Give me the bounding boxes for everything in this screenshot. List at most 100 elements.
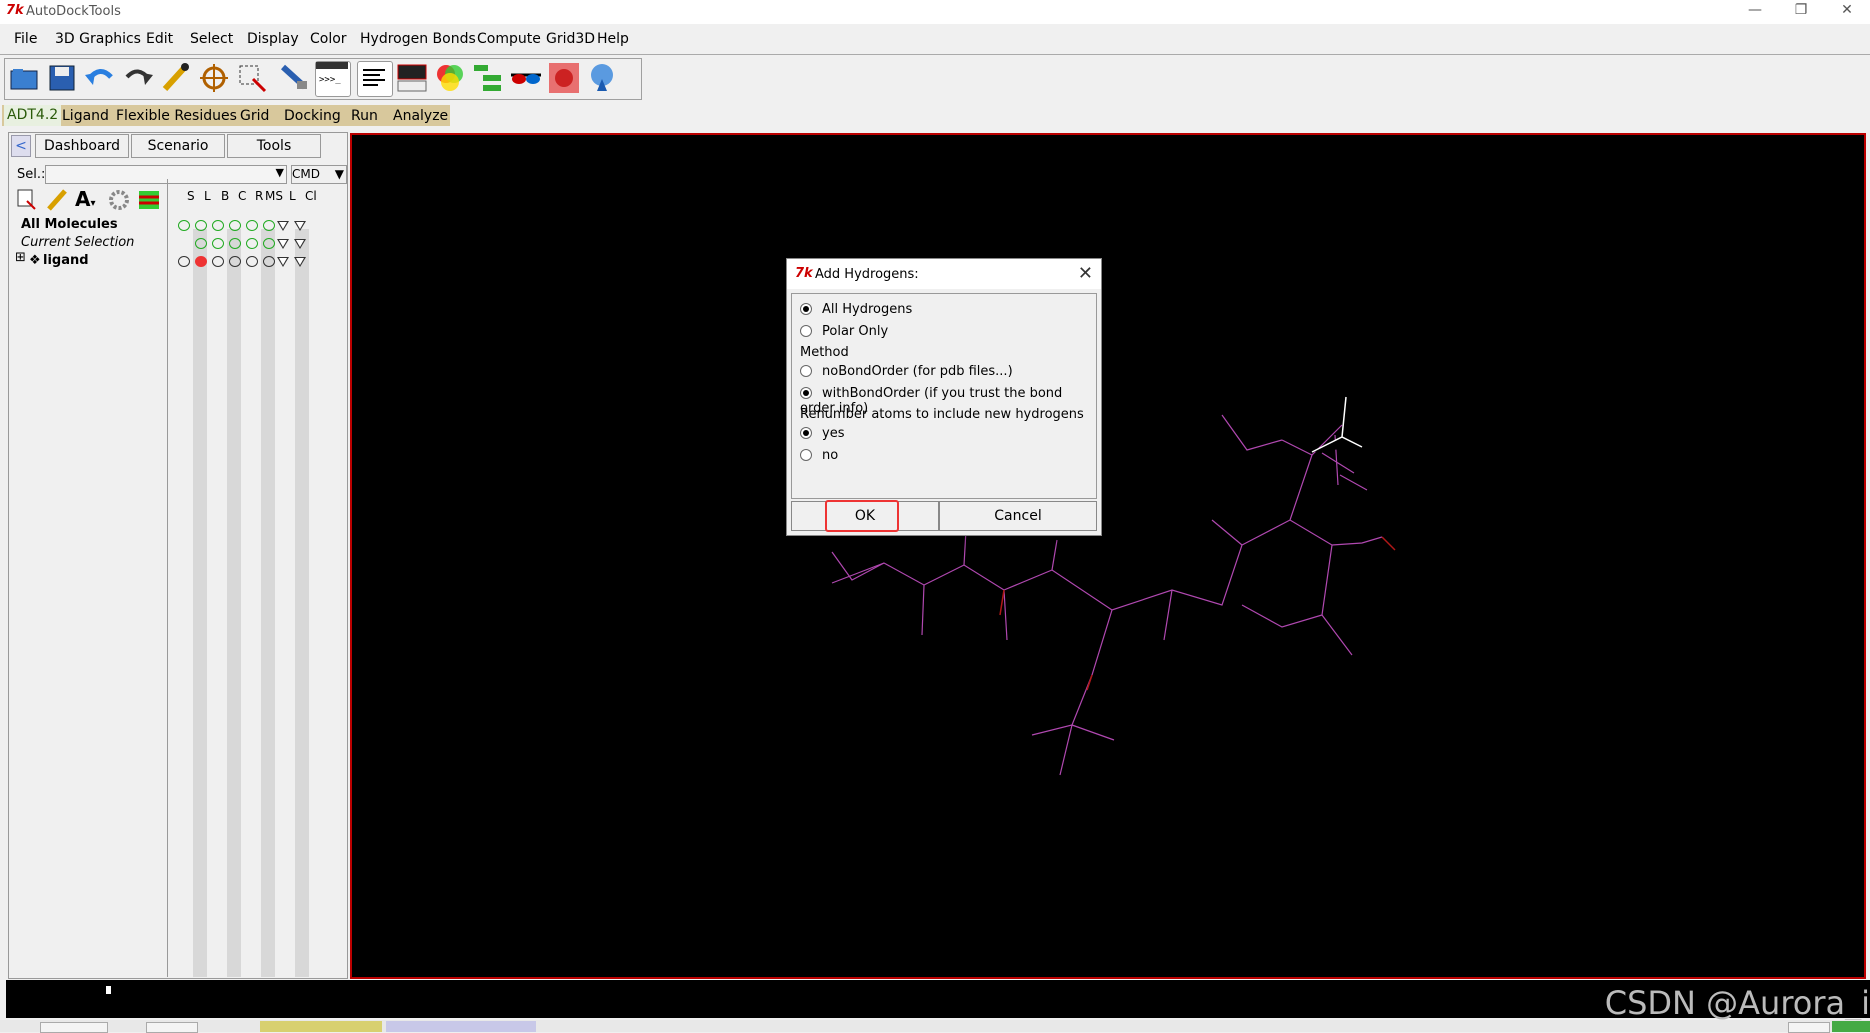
settings-gear-icon[interactable] — [107, 187, 131, 213]
selection-input[interactable]: ▼ — [45, 165, 287, 184]
pointer-hand-icon[interactable] — [277, 61, 311, 95]
label-menu-icon[interactable] — [277, 257, 289, 267]
svg-text:>>>_: >>>_ — [319, 75, 341, 85]
sel-label: Sel.: — [17, 167, 46, 182]
adt-menu-analyze[interactable]: Analyze — [393, 108, 448, 124]
col-header-ms: MS — [265, 189, 283, 203]
main-toolbar: >>>_ — [4, 58, 642, 100]
python-shell-icon[interactable]: >>>_ — [315, 61, 351, 97]
display-panel-icon[interactable] — [395, 61, 429, 95]
menu-grid3d[interactable]: Grid3D — [546, 31, 595, 47]
tk-logo-icon: 7k — [795, 266, 813, 281]
toggle-lines-active[interactable] — [195, 256, 207, 267]
label-menu-icon[interactable] — [277, 221, 289, 231]
menu-3d-graphics[interactable]: 3D Graphics — [55, 31, 141, 47]
adt-menu-grid[interactable]: Grid — [240, 108, 269, 124]
toggle-cpk[interactable] — [229, 220, 241, 231]
clear-selection-icon[interactable] — [15, 187, 39, 213]
toggle-ms[interactable] — [263, 238, 275, 249]
menu-help[interactable]: Help — [597, 31, 629, 47]
minimize-button[interactable]: — — [1732, 0, 1778, 22]
toggle-lines[interactable] — [195, 238, 207, 249]
toggle-cpk[interactable] — [229, 256, 241, 267]
cancel-button[interactable]: Cancel — [939, 501, 1097, 531]
toggle-ribbon[interactable] — [246, 220, 258, 231]
status-field — [1788, 1022, 1830, 1033]
color-menu-icon[interactable] — [294, 239, 306, 249]
menu-edit[interactable]: Edit — [146, 31, 173, 47]
select-region-icon[interactable] — [235, 61, 269, 95]
adt-menu-run[interactable]: Run — [351, 108, 378, 124]
save-icon[interactable] — [45, 61, 79, 95]
pmv-logo-icon[interactable] — [585, 61, 619, 95]
menu-hydrogen-bonds[interactable]: Hydrogen Bonds — [360, 31, 476, 47]
adt-menu-ligand[interactable]: Ligand — [62, 108, 109, 124]
toggle-ribbon[interactable] — [246, 238, 258, 249]
color-palette-icon[interactable] — [433, 61, 467, 95]
toggle-show[interactable] — [178, 256, 190, 267]
label-text-icon[interactable]: A▾ — [75, 187, 99, 213]
radio-polar-only[interactable]: Polar Only — [800, 324, 888, 344]
menu-display[interactable]: Display — [247, 31, 299, 47]
command-strip: CSDN @Aurora_i — [6, 980, 1870, 1022]
radio-unselected-icon — [800, 324, 812, 337]
toggle-ms[interactable] — [263, 220, 275, 231]
radio-renumber-no[interactable]: no — [800, 448, 838, 468]
undo-icon[interactable] — [83, 61, 117, 95]
dialog-close-icon[interactable]: ✕ — [1078, 263, 1093, 284]
add-hydrogens-dialog: 7k Add Hydrogens: ✕ All Hydrogens Polar … — [786, 258, 1102, 536]
toggle-show[interactable] — [178, 220, 190, 231]
toggle-balls[interactable] — [212, 238, 224, 249]
3d-viewer[interactable] — [350, 133, 1866, 979]
tab-tools[interactable]: Tools — [227, 134, 321, 158]
pick-atom-icon[interactable] — [159, 61, 193, 95]
status-field — [146, 1022, 198, 1033]
adt-menu-flexible-residues[interactable]: Flexible Residues — [116, 108, 237, 124]
redo-icon[interactable] — [121, 61, 155, 95]
toggle-lines[interactable] — [195, 220, 207, 231]
toggle-balls[interactable] — [212, 220, 224, 231]
label-menu-icon[interactable] — [277, 239, 289, 249]
collapse-arrow-icon[interactable]: < — [11, 135, 31, 157]
expand-icon[interactable]: ⊞ — [15, 250, 26, 265]
menu-select[interactable]: Select — [190, 31, 233, 47]
window-title: AutoDockTools — [26, 4, 121, 19]
tab-scenario[interactable]: Scenario — [131, 134, 225, 158]
dropdown-arrow-icon: ▼ — [275, 166, 284, 179]
menu-color[interactable]: Color — [310, 31, 347, 47]
sequence-icon[interactable] — [137, 187, 161, 213]
surface-render-icon[interactable] — [547, 61, 581, 95]
menu-compute[interactable]: Compute — [477, 31, 541, 47]
molecule-tree-icon[interactable] — [471, 61, 505, 95]
radio-no-bond-order[interactable]: noBondOrder (for pdb files...) — [800, 364, 1013, 384]
toggle-cpk[interactable] — [229, 238, 241, 249]
tab-dashboard[interactable]: Dashboard — [35, 134, 129, 158]
cmd-select[interactable]: CMD ▼ — [291, 165, 347, 184]
dashboard-panel: < Dashboard Scenario Tools Sel.: ▼ CMD ▼ … — [8, 132, 348, 979]
radio-renumber-yes[interactable]: yes — [800, 426, 844, 446]
tree-row-current-selection[interactable]: Current Selection — [21, 235, 134, 250]
radio-with-bond-order[interactable]: withBondOrder (if you trust the bond ord… — [800, 386, 1096, 416]
column-stripe — [261, 229, 275, 977]
radio-all-hydrogens[interactable]: All Hydrogens — [800, 302, 912, 322]
color-menu-icon[interactable] — [294, 257, 306, 267]
align-text-icon[interactable] — [357, 61, 393, 97]
toggle-balls[interactable] — [212, 256, 224, 267]
toggle-ribbon[interactable] — [246, 256, 258, 267]
restore-button[interactable]: ❐ — [1778, 0, 1824, 22]
center-target-icon[interactable] — [197, 61, 231, 95]
pencil-icon[interactable] — [45, 187, 69, 213]
radio-selected-icon — [800, 386, 812, 399]
cursor-marker — [106, 986, 111, 994]
close-window-button[interactable]: ✕ — [1824, 0, 1870, 22]
stereo-glasses-icon[interactable] — [509, 61, 543, 95]
toggle-ms[interactable] — [263, 256, 275, 267]
watermark-text: CSDN @Aurora_i — [1604, 984, 1870, 1022]
adt-menu-docking[interactable]: Docking — [284, 108, 341, 124]
menu-file[interactable]: File — [14, 31, 37, 47]
col-header-s: S — [187, 189, 195, 203]
tree-row-ligand[interactable]: ligand — [43, 253, 89, 268]
tree-row-all-molecules[interactable]: All Molecules — [21, 217, 118, 232]
color-menu-icon[interactable] — [294, 221, 306, 231]
open-folder-icon[interactable] — [7, 61, 41, 95]
